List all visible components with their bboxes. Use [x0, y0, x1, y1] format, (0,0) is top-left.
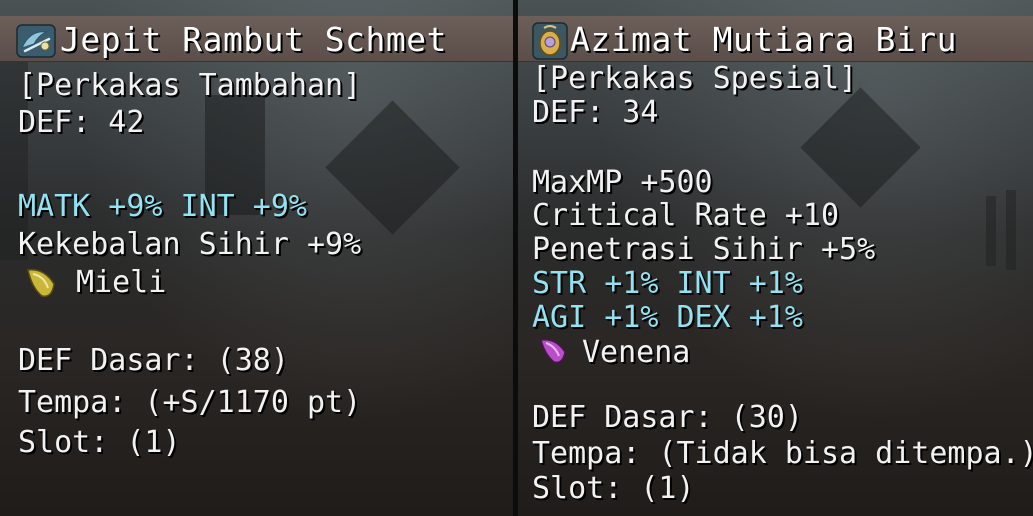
refine-info: Tempa: (+S/1170 pt) [18, 385, 362, 420]
bonus-stat: MaxMP +500 [532, 165, 713, 200]
bonus-stat: Kekebalan Sihir +9% [18, 227, 362, 262]
gem-name: Mieli [76, 265, 167, 300]
blue-hairpin-icon [16, 24, 56, 58]
bonus-stat: MATK +9% INT +9% [18, 189, 307, 224]
bonus-stat: Critical Rate +10 [532, 198, 840, 233]
background-banner [800, 87, 921, 208]
pearl-amulet-icon [532, 22, 568, 60]
item-name: Jepit Rambut Schmet [60, 20, 447, 59]
slot-info: Slot: (1) [532, 471, 695, 506]
refine-info: Tempa: (Tidak bisa ditempa.) [532, 436, 1033, 471]
item-def: DEF: 34 [532, 95, 659, 130]
base-def: DEF Dasar: (38) [18, 343, 289, 378]
yellow-gem-icon [27, 269, 55, 297]
item-tooltip-right: Azimat Mutiara Biru [Perkakas Spesial] D… [518, 0, 1033, 516]
bonus-stat: STR +1% INT +1% [532, 266, 803, 301]
gem-name: Venena [582, 335, 691, 370]
item-category: [Perkakas Tambahan] [18, 68, 362, 103]
slot-info: Slot: (1) [18, 425, 181, 460]
bonus-stat: Penetrasi Sihir +5% [532, 232, 876, 267]
background-post [1006, 190, 1016, 270]
purple-gem-icon [540, 339, 566, 364]
item-def: DEF: 42 [18, 105, 145, 140]
item-tooltip-left: Jepit Rambut Schmet [Perkakas Tambahan] … [0, 0, 513, 516]
item-category: [Perkakas Spesial] [532, 61, 858, 96]
base-def: DEF Dasar: (30) [532, 400, 803, 435]
bonus-stat: AGI +1% DEX +1% [532, 300, 803, 335]
background-banner [325, 100, 460, 235]
item-name: Azimat Mutiara Biru [570, 20, 957, 59]
background-post [986, 196, 996, 266]
